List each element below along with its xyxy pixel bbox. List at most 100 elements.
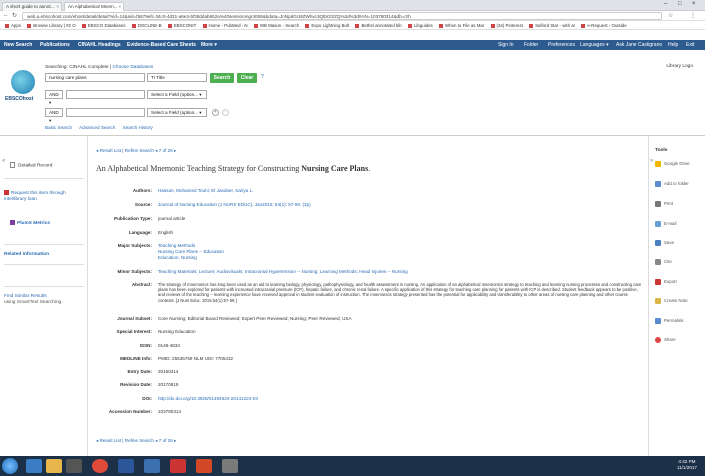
- nav-folder[interactable]: Folder: [524, 40, 538, 50]
- ie-icon[interactable]: [26, 459, 42, 473]
- bookmark[interactable]: Bethel annotated bib: [355, 21, 402, 29]
- outlook-icon[interactable]: [144, 459, 160, 473]
- plumx-link[interactable]: PlumX Metrics: [10, 220, 50, 226]
- nav-cinahl-headings[interactable]: CINAHL Headings: [78, 40, 121, 50]
- nav-languages[interactable]: Languages ▾: [580, 40, 609, 50]
- bookmark[interactable]: When to File as Mar: [439, 21, 484, 29]
- bookmark[interactable]: EBSCONIT: [167, 21, 196, 29]
- app-icon[interactable]: [222, 459, 238, 473]
- logo-text: EBSCOhost: [5, 96, 34, 102]
- record-detail: ◂ Result List | Refine Search ◂ 7 of 26 …: [96, 148, 642, 444]
- result-nav-top[interactable]: ◂ Result List | Refine Search ◂ 7 of 26 …: [96, 148, 176, 154]
- search-input[interactable]: nursing care plans: [45, 73, 145, 82]
- field-select-2[interactable]: Select a Field (option... ▾: [147, 90, 207, 99]
- maximize-icon[interactable]: □: [678, 1, 682, 7]
- menu-icon[interactable]: ⋮: [690, 12, 696, 19]
- bookmark[interactable]: Libguides: [407, 21, 433, 29]
- tool-share[interactable]: Share: [655, 337, 676, 343]
- search-history-link[interactable]: Search History: [123, 125, 153, 130]
- expand-icon[interactable]: »: [650, 158, 653, 164]
- acrobat-icon[interactable]: [170, 459, 186, 473]
- url-field[interactable]: web.a.ebscohost.com/ehost/detail/detail?…: [22, 12, 662, 20]
- search-button[interactable]: Search: [210, 73, 234, 83]
- bookmark[interactable]: e-Request - Outside: [581, 21, 627, 29]
- field-select-3[interactable]: Select a Field (option... ▾: [147, 108, 207, 117]
- bookmark[interactable]: EBSCO Databases: [81, 21, 125, 29]
- export-icon: [655, 279, 661, 285]
- nav-care-sheets[interactable]: Evidence-Based Care Sheets: [127, 40, 196, 50]
- back-icon[interactable]: ←: [3, 12, 9, 18]
- email-icon: [655, 221, 661, 227]
- window-close-icon[interactable]: ×: [692, 1, 696, 7]
- browser-tab-1[interactable]: A short guide to annot... ×: [2, 2, 62, 11]
- nav-more[interactable]: More ▾: [201, 40, 217, 50]
- ebsco-logo-icon[interactable]: [11, 70, 35, 94]
- collapse-icon[interactable]: «: [2, 158, 5, 164]
- file-explorer-icon[interactable]: [46, 459, 62, 473]
- word-icon[interactable]: [118, 459, 134, 473]
- tool-permalink[interactable]: Permalink: [655, 318, 684, 324]
- result-nav-bottom[interactable]: ◂ Result List | Refine Search ◂ 7 of 26 …: [96, 438, 176, 444]
- bool-select[interactable]: AND ▾: [45, 108, 63, 123]
- tool-email[interactable]: E-mail: [655, 221, 676, 227]
- bookmark[interactable]: (34) Pinterest: [490, 21, 523, 29]
- nav-publications[interactable]: Publications: [40, 40, 70, 50]
- browser-tab-2[interactable]: An Alphabetical Mnem... ×: [64, 2, 124, 11]
- field-select[interactable]: TI Title: [147, 73, 207, 82]
- bookmark[interactable]: Expo Lightning Bolt: [305, 21, 349, 29]
- bookmark[interactable]: Home - PubMed - N: [202, 21, 248, 29]
- bookmark[interactable]: Salford Star - with ar: [529, 21, 575, 29]
- find-similar-sub: using SmartText Searching.: [4, 300, 63, 305]
- powerpoint-icon[interactable]: [196, 459, 212, 473]
- tools-header: Tools: [655, 148, 668, 153]
- ill-request-link[interactable]: Request this item through interlibrary l…: [4, 190, 84, 203]
- tab-title: An Alphabetical Mnem...: [68, 4, 118, 9]
- folder-icon: [655, 181, 661, 187]
- nav-ask[interactable]: Ask Jane Castigrano: [616, 40, 662, 50]
- bookmark[interactable]: DOCLINE-B: [131, 21, 162, 29]
- close-icon[interactable]: ×: [56, 4, 59, 9]
- note-icon: [655, 298, 661, 304]
- media-icon[interactable]: [66, 459, 82, 473]
- tool-save[interactable]: Save: [655, 240, 674, 246]
- bookmark[interactable]: WB Mason - Search: [253, 21, 299, 29]
- add-row-icon[interactable]: +: [212, 109, 219, 116]
- detailed-record[interactable]: Detailed Record: [10, 162, 52, 168]
- nav-help[interactable]: Help: [668, 40, 678, 50]
- search-input-3[interactable]: [66, 108, 145, 117]
- nav-exit[interactable]: Exit: [686, 40, 694, 50]
- bookmark[interactable]: Browse Library | #2 O: [27, 21, 76, 29]
- minimize-icon[interactable]: –: [664, 1, 667, 7]
- star-icon[interactable]: ☆: [668, 12, 673, 19]
- chrome-icon[interactable]: [92, 459, 108, 473]
- searching-line: Searching: CINAHL Complete | Choose Data…: [45, 65, 154, 70]
- basic-search-link[interactable]: Basic Search: [45, 125, 72, 130]
- nav-preferences[interactable]: Preferences: [548, 40, 575, 50]
- system-clock[interactable]: 4:42 PM 11/1/2017: [677, 459, 697, 471]
- nav-sign-in[interactable]: Sign In: [498, 40, 514, 50]
- advanced-search-link[interactable]: Advanced Search: [79, 125, 115, 130]
- reload-icon[interactable]: ↻: [12, 12, 17, 19]
- tool-add-to-folder[interactable]: Add to folder: [655, 181, 689, 187]
- related-information[interactable]: Related Information: [4, 252, 49, 257]
- windows-start-icon[interactable]: [2, 458, 18, 474]
- tools-pane: Tools » Google Drive Add to folder Print…: [648, 136, 705, 456]
- choose-databases-link[interactable]: Choose Databases: [112, 65, 153, 70]
- tool-cite[interactable]: Cite: [655, 259, 672, 265]
- clear-button[interactable]: Clear: [237, 73, 257, 83]
- help-icon[interactable]: ?: [261, 74, 264, 80]
- windows-taskbar: 4:42 PM 11/1/2017: [0, 456, 705, 476]
- bookmark[interactable]: Apps: [5, 21, 21, 29]
- bool-select[interactable]: AND ▾: [45, 90, 63, 105]
- find-similar-link[interactable]: Find Similar Results: [4, 294, 47, 299]
- tool-export[interactable]: Export: [655, 279, 677, 285]
- remove-row-icon[interactable]: −: [222, 109, 229, 116]
- search-input-2[interactable]: [66, 90, 145, 99]
- close-icon[interactable]: ×: [118, 4, 121, 9]
- tool-create-note[interactable]: Create Note: [655, 298, 688, 304]
- tool-print[interactable]: Print: [655, 201, 673, 207]
- nav-new-search[interactable]: New Search: [4, 40, 32, 50]
- document-icon: [10, 162, 15, 168]
- print-icon: [655, 201, 661, 207]
- tool-google-drive[interactable]: Google Drive: [655, 161, 690, 167]
